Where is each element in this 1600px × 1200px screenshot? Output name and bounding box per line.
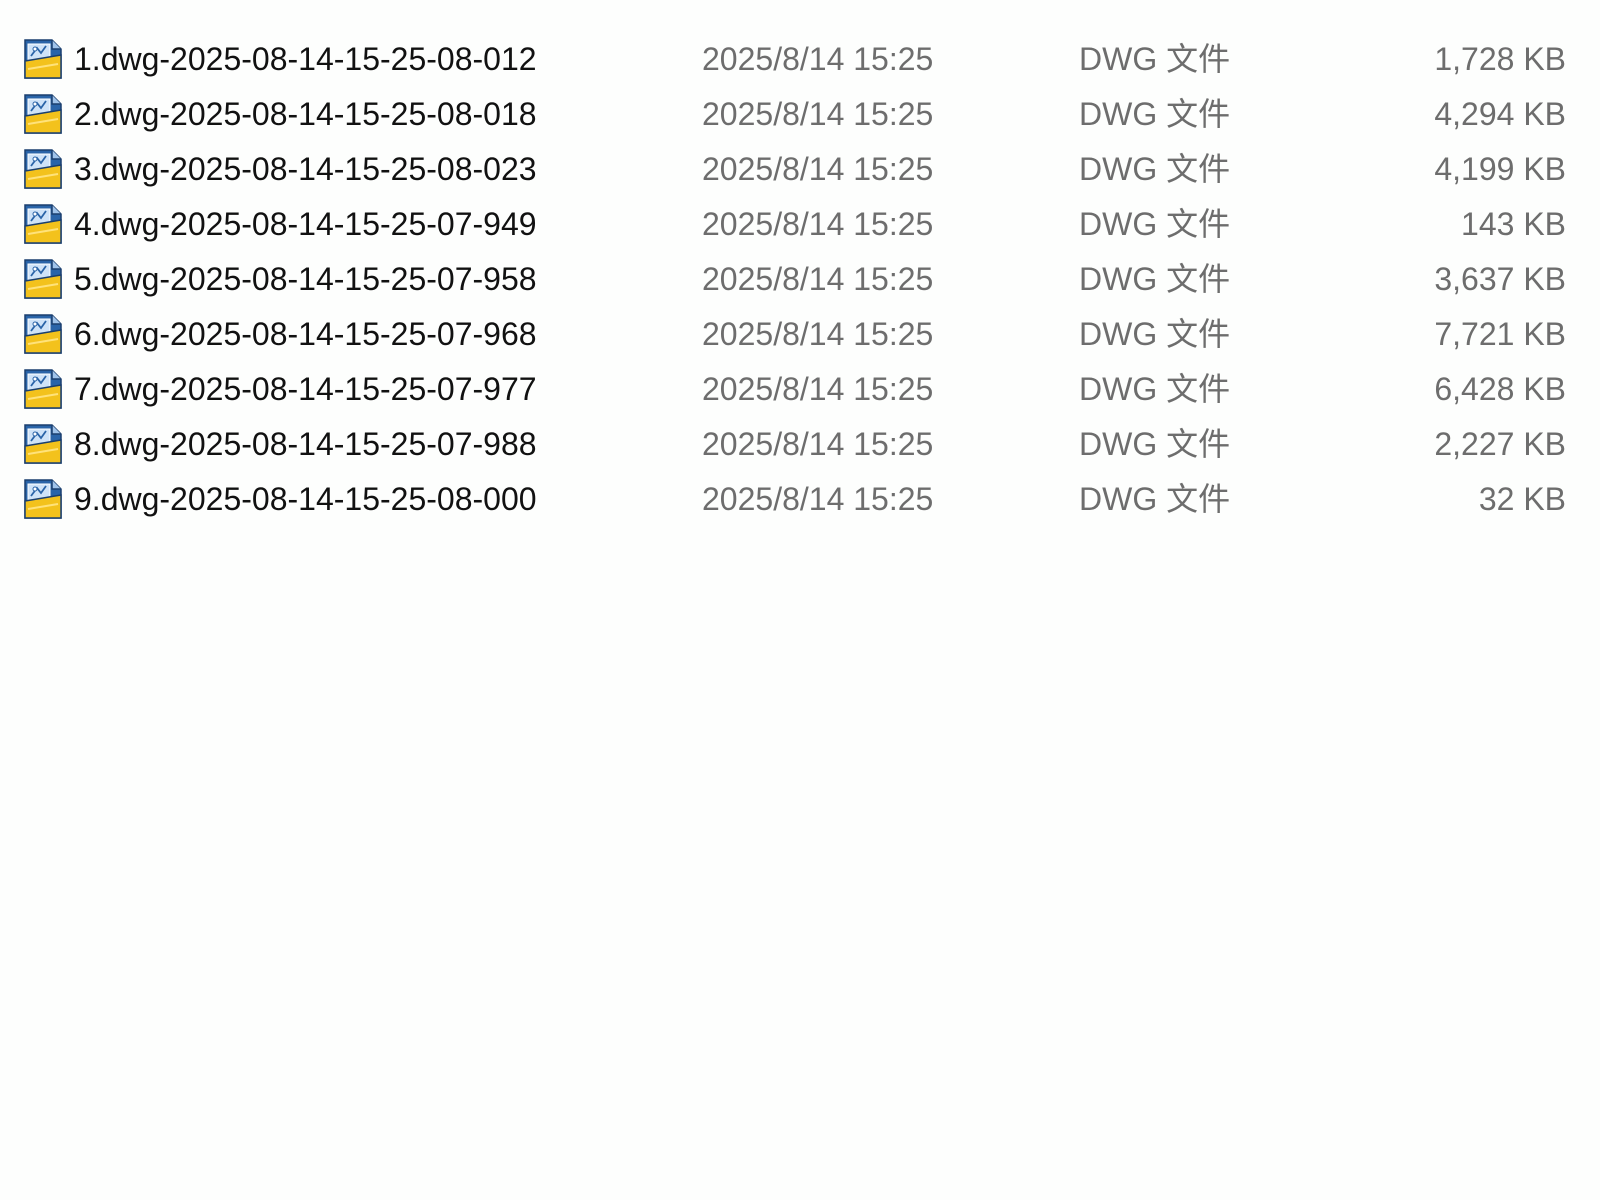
dwg-file-icon [24, 369, 62, 409]
file-date-modified: 2025/8/14 15:25 [702, 151, 934, 187]
file-row[interactable]: 3.dwg-2025-08-14-15-25-08-023 2025/8/14 … [0, 142, 1600, 197]
dwg-file-icon [24, 259, 62, 299]
file-name[interactable]: 8.dwg-2025-08-14-15-25-07-988 [74, 417, 537, 472]
dwg-file-icon [24, 424, 62, 464]
file-row[interactable]: 8.dwg-2025-08-14-15-25-07-988 2025/8/14 … [0, 417, 1600, 472]
file-type: DWG 文件 [1079, 151, 1231, 187]
file-date-modified: 2025/8/14 15:25 [702, 426, 934, 462]
file-type: DWG 文件 [1079, 481, 1231, 517]
file-size: 3,637 KB [1434, 261, 1566, 297]
file-row[interactable]: 4.dwg-2025-08-14-15-25-07-949 2025/8/14 … [0, 197, 1600, 252]
file-list: 1.dwg-2025-08-14-15-25-08-012 2025/8/14 … [0, 0, 1600, 560]
file-name[interactable]: 5.dwg-2025-08-14-15-25-07-958 [74, 252, 537, 307]
file-date-modified: 2025/8/14 15:25 [702, 371, 934, 407]
dwg-file-icon [24, 39, 62, 79]
file-size: 143 KB [1461, 206, 1566, 242]
file-type: DWG 文件 [1079, 261, 1231, 297]
dwg-file-icon [24, 314, 62, 354]
file-name[interactable]: 2.dwg-2025-08-14-15-25-08-018 [74, 87, 537, 142]
file-date-modified: 2025/8/14 15:25 [702, 261, 934, 297]
file-name[interactable]: 3.dwg-2025-08-14-15-25-08-023 [74, 142, 537, 197]
file-type: DWG 文件 [1079, 426, 1231, 462]
file-date-modified: 2025/8/14 15:25 [702, 206, 934, 242]
file-name[interactable]: 4.dwg-2025-08-14-15-25-07-949 [74, 197, 537, 252]
file-row[interactable]: 7.dwg-2025-08-14-15-25-07-977 2025/8/14 … [0, 362, 1600, 417]
file-size: 1,728 KB [1434, 41, 1566, 77]
file-size: 2,227 KB [1434, 426, 1566, 462]
file-type: DWG 文件 [1079, 316, 1231, 352]
file-size: 7,721 KB [1434, 316, 1566, 352]
file-row[interactable]: 9.dwg-2025-08-14-15-25-08-000 2025/8/14 … [0, 472, 1600, 527]
file-name[interactable]: 6.dwg-2025-08-14-15-25-07-968 [74, 307, 537, 362]
file-size: 4,199 KB [1434, 151, 1566, 187]
file-name[interactable]: 1.dwg-2025-08-14-15-25-08-012 [74, 32, 537, 87]
file-row[interactable]: 6.dwg-2025-08-14-15-25-07-968 2025/8/14 … [0, 307, 1600, 362]
file-name[interactable]: 7.dwg-2025-08-14-15-25-07-977 [74, 362, 537, 417]
file-type: DWG 文件 [1079, 206, 1231, 242]
file-type: DWG 文件 [1079, 371, 1231, 407]
file-type: DWG 文件 [1079, 41, 1231, 77]
file-name[interactable]: 9.dwg-2025-08-14-15-25-08-000 [74, 472, 537, 527]
dwg-file-icon [24, 94, 62, 134]
file-row[interactable]: 5.dwg-2025-08-14-15-25-07-958 2025/8/14 … [0, 252, 1600, 307]
dwg-file-icon [24, 479, 62, 519]
file-row[interactable]: 1.dwg-2025-08-14-15-25-08-012 2025/8/14 … [0, 32, 1600, 87]
file-size: 32 KB [1478, 481, 1566, 517]
file-date-modified: 2025/8/14 15:25 [702, 316, 934, 352]
file-size: 4,294 KB [1434, 96, 1566, 132]
file-row[interactable]: 2.dwg-2025-08-14-15-25-08-018 2025/8/14 … [0, 87, 1600, 142]
dwg-file-icon [24, 204, 62, 244]
file-size: 6,428 KB [1434, 371, 1566, 407]
file-date-modified: 2025/8/14 15:25 [702, 41, 934, 77]
file-type: DWG 文件 [1079, 96, 1231, 132]
file-date-modified: 2025/8/14 15:25 [702, 96, 934, 132]
dwg-file-icon [24, 149, 62, 189]
file-date-modified: 2025/8/14 15:25 [702, 481, 934, 517]
